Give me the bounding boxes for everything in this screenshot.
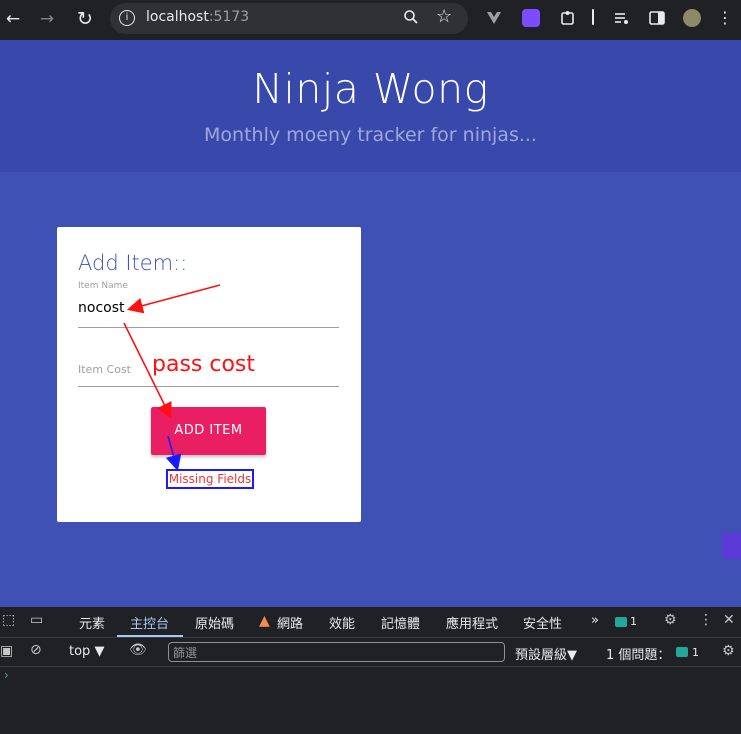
devtools-tab-bar: ⬚ ▭ 元素 主控台 原始碼 ▲ 網路 效能 記憶體 應用程式 安全性 » 1 … — [0, 607, 741, 638]
message-count: 1 — [630, 615, 637, 628]
page-title: Ninja Wong — [252, 65, 489, 113]
forward-icon[interactable]: → — [36, 8, 58, 30]
url-text: localhost:5173 — [146, 9, 250, 25]
tab-memory[interactable]: 記憶體 — [381, 613, 420, 632]
side-panel-icon[interactable] — [648, 9, 666, 27]
reload-icon[interactable]: ↻ — [74, 8, 96, 30]
warning-icon: ▲ — [259, 613, 270, 629]
media-control-icon[interactable] — [613, 9, 631, 27]
tab-sources[interactable]: 原始碼 — [195, 613, 234, 632]
live-expression-eye-icon[interactable]: 👁 — [129, 642, 147, 658]
extensions-puzzle-icon[interactable] — [559, 9, 577, 27]
close-devtools-icon[interactable]: ✕ — [723, 612, 735, 628]
active-tab-indicator — [117, 635, 183, 637]
message-badge-icon — [615, 617, 627, 627]
address-bar[interactable]: i localhost:5173 ☆ — [110, 3, 468, 34]
annotation-text: pass cost — [152, 352, 256, 377]
bookmark-star-icon[interactable]: ☆ — [436, 6, 452, 27]
tab-application[interactable]: 應用程式 — [446, 613, 498, 632]
tab-console[interactable]: 主控台 — [130, 613, 169, 632]
context-select[interactable]: top ▼ — [69, 644, 104, 659]
issues-count: 1 — [692, 646, 699, 659]
toolbar-divider — [592, 9, 594, 25]
console-filter-input[interactable]: 篩選 — [168, 642, 505, 662]
card-title: Add Item:: — [78, 251, 188, 275]
issues-badge-icon — [676, 647, 688, 657]
profile-avatar[interactable] — [683, 9, 701, 27]
floating-extension-tab[interactable] — [722, 533, 741, 559]
item-name-label: Item Name — [78, 281, 128, 291]
item-name-input[interactable]: nocost — [78, 295, 339, 328]
console-settings-gear-icon[interactable]: ⚙ — [722, 643, 735, 659]
sidebar-toggle-icon[interactable]: ▣ — [0, 643, 13, 659]
site-info-icon[interactable]: i — [119, 10, 135, 26]
clear-console-icon[interactable]: ⊘ — [30, 642, 42, 658]
issues-label[interactable]: 1 個問題： — [606, 644, 670, 663]
device-toolbar-icon[interactable]: ▭ — [30, 612, 43, 628]
devtools-menu-icon[interactable]: ⋮ — [699, 612, 713, 628]
settings-gear-icon[interactable]: ⚙ — [664, 612, 677, 628]
add-item-button[interactable]: ADD ITEM — [151, 407, 266, 455]
browser-menu-icon[interactable]: ⋮ — [716, 9, 734, 27]
tab-performance[interactable]: 效能 — [329, 613, 355, 632]
tab-elements[interactable]: 元素 — [79, 613, 105, 632]
extension-purple-icon[interactable] — [522, 9, 540, 27]
error-message: Missing Fields — [166, 469, 254, 489]
console-prompt[interactable]: › — [4, 668, 9, 682]
browser-toolbar: ← → ↻ i localhost:5173 ☆ ⋮ — [0, 0, 741, 40]
vue-devtools-icon[interactable] — [485, 9, 503, 27]
zoom-icon[interactable] — [403, 9, 419, 29]
tab-network[interactable]: 網路 — [277, 613, 303, 632]
app-header: Ninja Wong Monthly moeny tracker for nin… — [0, 40, 741, 172]
more-tabs-icon[interactable]: » — [591, 613, 599, 628]
devtools-panel: ⬚ ▭ 元素 主控台 原始碼 ▲ 網路 效能 記憶體 應用程式 安全性 » 1 … — [0, 607, 741, 734]
log-level-select[interactable]: 預設層級▼ — [515, 644, 577, 663]
page-subtitle: Monthly moeny tracker for ninjas... — [204, 124, 537, 146]
back-icon[interactable]: ← — [2, 8, 24, 30]
inspect-element-icon[interactable]: ⬚ — [2, 612, 15, 628]
tab-security[interactable]: 安全性 — [523, 613, 562, 632]
